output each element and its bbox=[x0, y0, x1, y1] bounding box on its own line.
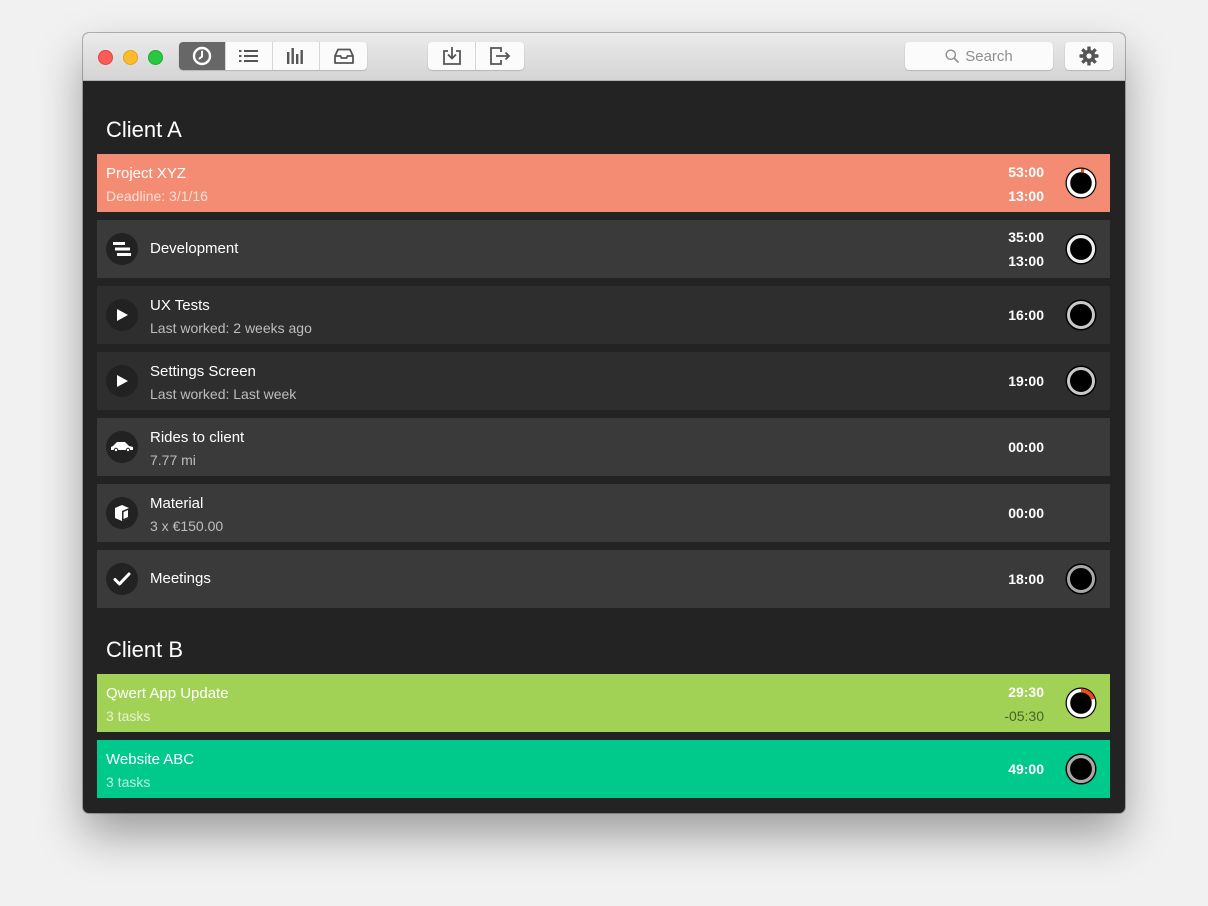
task-subtitle: Last worked: Last week bbox=[150, 386, 297, 402]
task-time: 00:00 bbox=[1008, 439, 1044, 455]
task-time: 19:00 bbox=[1008, 373, 1044, 389]
play-icon bbox=[117, 309, 128, 321]
task-row-settings-screen[interactable]: Settings Screen Last worked: Last week 1… bbox=[97, 352, 1110, 410]
task-time: 00:00 bbox=[1008, 505, 1044, 521]
timer-toggle-ring[interactable] bbox=[1065, 167, 1097, 199]
timer-toggle-ring[interactable] bbox=[1065, 753, 1097, 785]
clock-icon bbox=[192, 46, 212, 66]
task-time: 16:00 bbox=[1008, 307, 1044, 323]
search-icon bbox=[945, 49, 960, 63]
bar-chart-icon bbox=[287, 48, 303, 64]
task-title: Rides to client bbox=[150, 429, 245, 446]
timer-toggle-ring[interactable] bbox=[1065, 687, 1097, 719]
gear-icon bbox=[1079, 46, 1099, 66]
project-subtitle: 3 tasks bbox=[106, 774, 151, 790]
play-icon bbox=[117, 375, 128, 387]
minimize-window-button[interactable] bbox=[123, 50, 138, 65]
task-title: Development bbox=[150, 240, 239, 257]
timer-view-button[interactable] bbox=[179, 42, 226, 70]
stack-icon bbox=[113, 242, 131, 256]
play-button[interactable] bbox=[106, 299, 138, 331]
list-icon bbox=[239, 50, 258, 62]
timer-toggle-ring[interactable] bbox=[1065, 299, 1097, 331]
export-button[interactable] bbox=[476, 42, 524, 70]
time-total: 35:00 bbox=[1008, 229, 1044, 245]
project-title: Website ABC bbox=[106, 751, 195, 768]
task-title: Material bbox=[150, 495, 204, 512]
project-row-website-abc[interactable]: Website ABC 3 tasks 49:00 bbox=[97, 740, 1110, 798]
task-row-meetings[interactable]: Meetings 18:00 bbox=[97, 550, 1110, 608]
list-view-button[interactable] bbox=[226, 42, 273, 70]
project-row-qwert-app-update[interactable]: Qwert App Update 3 tasks 29:30 -05:30 bbox=[97, 674, 1110, 732]
inbox-view-button[interactable] bbox=[320, 42, 367, 70]
task-subtitle: 3 x €150.00 bbox=[150, 518, 224, 534]
task-row-material[interactable]: Material 3 x €150.00 00:00 bbox=[97, 484, 1110, 542]
settings-button[interactable] bbox=[1065, 42, 1113, 70]
time-secondary: 13:00 bbox=[1008, 253, 1044, 269]
task-row-rides-to-client[interactable]: Rides to client 7.77 mi 00:00 bbox=[97, 418, 1110, 476]
project-deadline: Deadline: 3/1/16 bbox=[106, 188, 208, 204]
checkmark-icon bbox=[113, 572, 131, 586]
project-subtitle: 3 tasks bbox=[106, 708, 151, 724]
task-row-ux-tests[interactable]: UX Tests Last worked: 2 weeks ago 16:00 bbox=[97, 286, 1110, 344]
time-remaining: -05:30 bbox=[1004, 708, 1044, 724]
timer-toggle-ring[interactable] bbox=[1065, 233, 1097, 265]
task-icon-wrapper bbox=[106, 233, 138, 265]
timer-list: Client A Project XYZ Deadline: 3/1/16 53… bbox=[97, 81, 1110, 806]
app-window: Search Client A Project XYZ Deadline: 3/… bbox=[83, 33, 1125, 813]
task-subtitle: Last worked: 2 weeks ago bbox=[150, 320, 312, 336]
search-input[interactable]: Search bbox=[905, 42, 1053, 70]
import-export-group bbox=[428, 42, 524, 70]
zoom-window-button[interactable] bbox=[148, 50, 163, 65]
box-icon bbox=[115, 505, 129, 521]
toolbar: Search bbox=[83, 33, 1125, 81]
client-heading: Client B bbox=[106, 637, 184, 662]
import-tray-icon bbox=[442, 47, 461, 65]
task-title: UX Tests bbox=[150, 297, 210, 314]
reports-view-button[interactable] bbox=[273, 42, 320, 70]
task-title: Settings Screen bbox=[150, 363, 256, 380]
time-total: 53:00 bbox=[1008, 164, 1044, 180]
car-icon bbox=[111, 442, 133, 453]
task-icon-wrapper bbox=[106, 497, 138, 529]
time-secondary: 13:00 bbox=[1008, 188, 1044, 204]
project-row-project-xyz[interactable]: Project XYZ Deadline: 3/1/16 53:00 13:00 bbox=[97, 154, 1110, 212]
task-time: 18:00 bbox=[1008, 571, 1044, 587]
import-button[interactable] bbox=[428, 42, 476, 70]
project-time: 49:00 bbox=[1008, 761, 1044, 777]
client-heading: Client A bbox=[106, 117, 182, 142]
time-total: 29:30 bbox=[1008, 684, 1044, 700]
task-title: Meetings bbox=[150, 570, 211, 587]
tray-icon bbox=[333, 48, 354, 64]
play-button[interactable] bbox=[106, 365, 138, 397]
timer-toggle-ring[interactable] bbox=[1065, 563, 1097, 595]
project-title: Qwert App Update bbox=[106, 685, 229, 702]
search-placeholder: Search bbox=[965, 47, 1013, 65]
export-arrow-icon bbox=[490, 47, 511, 65]
view-switcher bbox=[179, 42, 367, 70]
timer-toggle-ring[interactable] bbox=[1065, 365, 1097, 397]
task-row-development[interactable]: Development 35:00 13:00 bbox=[97, 220, 1110, 278]
task-icon-wrapper bbox=[106, 563, 138, 595]
close-window-button[interactable] bbox=[98, 50, 113, 65]
task-subtitle: 7.77 mi bbox=[150, 452, 196, 468]
project-title: Project XYZ bbox=[106, 165, 187, 182]
task-icon-wrapper bbox=[106, 431, 138, 463]
